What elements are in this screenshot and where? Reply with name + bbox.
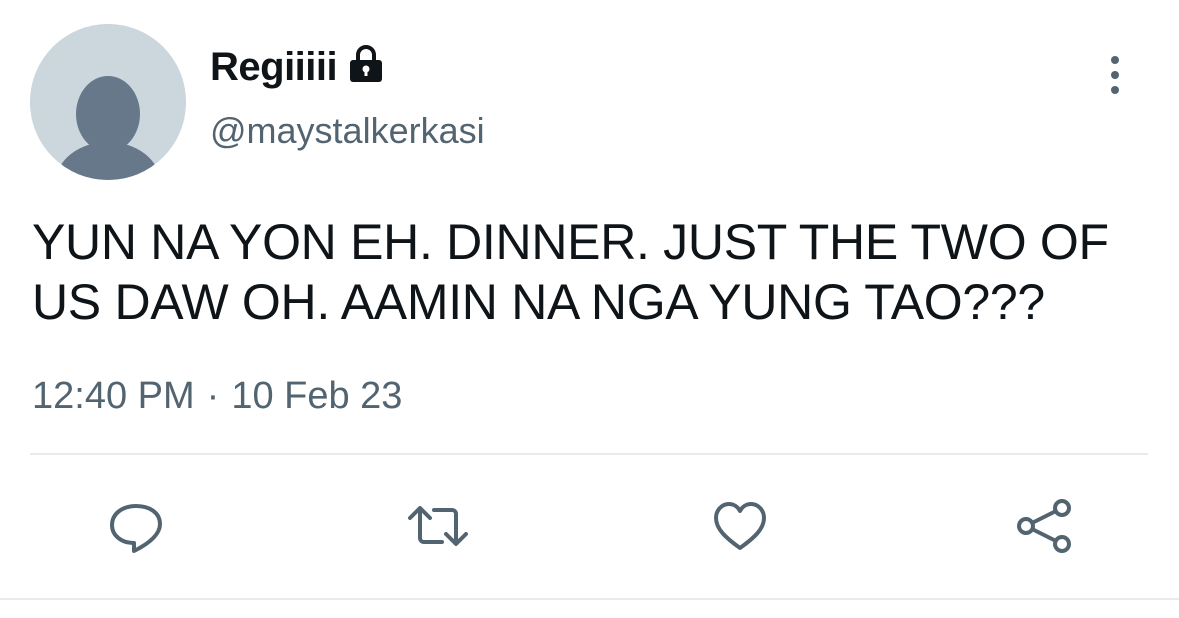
- tweet-date[interactable]: 10 Feb 23: [231, 375, 402, 418]
- share-icon: [1017, 499, 1071, 553]
- like-button[interactable]: [708, 496, 772, 556]
- lock-icon: [345, 43, 387, 85]
- like-icon: [714, 502, 766, 550]
- reply-icon: [110, 504, 162, 553]
- avatar[interactable]: [30, 24, 186, 180]
- display-name-row: Regiiiii: [210, 40, 387, 94]
- retweet-button[interactable]: [406, 496, 470, 556]
- tweet-time[interactable]: 12:40 PM: [32, 375, 195, 418]
- timestamp-separator: ·: [206, 375, 220, 417]
- retweet-icon: [408, 506, 468, 546]
- share-button[interactable]: [1012, 496, 1076, 556]
- divider: [30, 453, 1148, 455]
- timestamp-row: 12:40 PM · 10 Feb 23: [32, 375, 402, 418]
- tweet-text: YUN NA YON EH. DINNER. JUST THE TWO OF U…: [32, 214, 1109, 330]
- display-name[interactable]: Regiiiii: [210, 45, 338, 90]
- action-bar: [0, 496, 1179, 556]
- bottom-divider: [0, 598, 1179, 600]
- more-options-icon[interactable]: [1098, 55, 1132, 95]
- user-handle[interactable]: @maystalkerkasi: [210, 110, 485, 152]
- tweet-card: Regiiiii @maystalkerkasi YUN NA YON EH. …: [0, 0, 1179, 618]
- default-profile-icon: [30, 24, 186, 180]
- reply-button[interactable]: [104, 496, 168, 556]
